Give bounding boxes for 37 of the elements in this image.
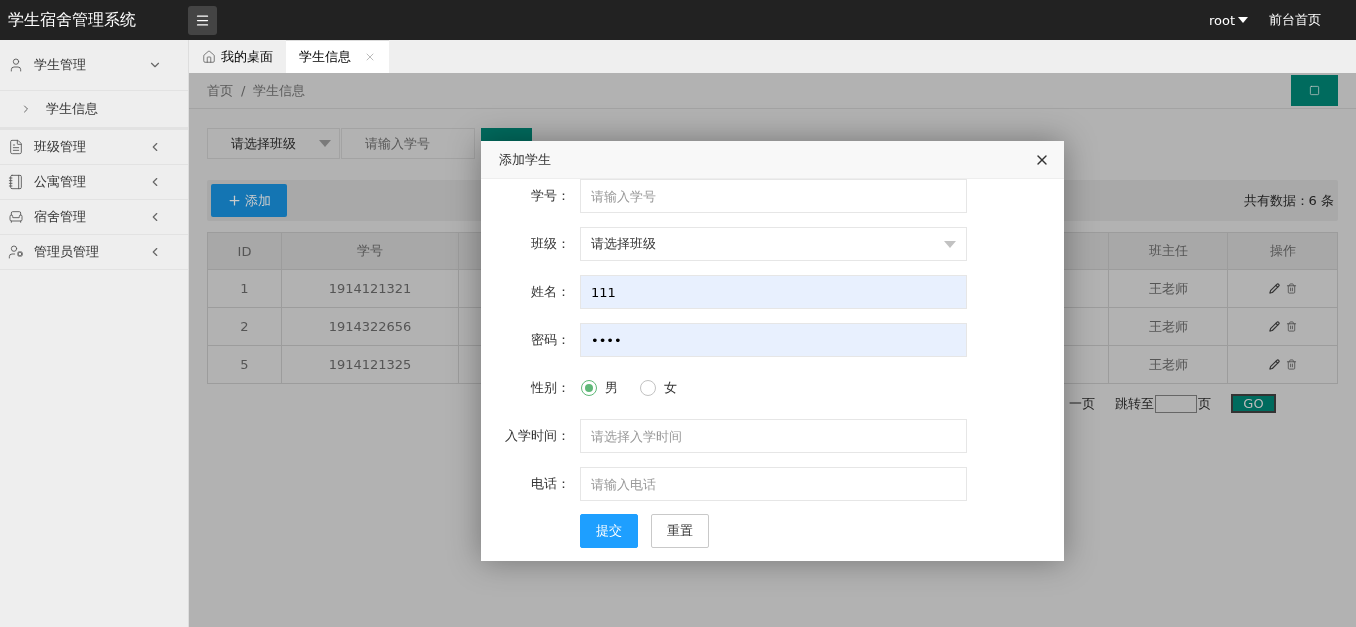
- table-cell: 1914121321: [281, 269, 459, 308]
- radio-label: 女: [664, 379, 677, 397]
- sidebar-label: 宿舍管理: [34, 208, 87, 226]
- total-count: 共有数据：6 条: [1243, 191, 1334, 210]
- field-label: 入学时间：: [504, 427, 571, 445]
- app-title: 学生宿舍管理系统: [8, 9, 137, 31]
- table-cell: 王老师: [1108, 269, 1228, 308]
- table-cell: 1: [207, 269, 282, 308]
- sidebar-label: 学生管理: [34, 56, 87, 74]
- column-header: 班主任: [1108, 232, 1228, 270]
- field-label: 学号：: [530, 187, 571, 205]
- radio-label: 男: [605, 379, 618, 397]
- subitem-label: 学生信息: [46, 100, 98, 118]
- field-label: 密码：: [530, 331, 571, 349]
- sidebar-label: 管理员管理: [34, 243, 100, 261]
- page-unit: 页: [1198, 394, 1211, 413]
- breadcrumb-separator: /: [241, 83, 246, 98]
- sidebar-label: 公寓管理: [34, 173, 87, 191]
- column-header: ID: [207, 232, 282, 270]
- column-header: 操作: [1227, 232, 1338, 270]
- field-label: 姓名：: [530, 283, 571, 301]
- jump-label: 跳转至: [1115, 394, 1154, 413]
- field-label: 性别：: [530, 379, 571, 397]
- table-cell: 王老师: [1108, 307, 1228, 346]
- table-cell: 5: [207, 345, 282, 384]
- table-cell: 王老师: [1108, 345, 1228, 384]
- tab-label: 我的桌面: [221, 48, 273, 66]
- dialog-title: 添加学生: [499, 150, 551, 169]
- table-cell: 1914322656: [281, 307, 459, 346]
- field-label: 班级：: [530, 235, 571, 253]
- column-header: 学号: [281, 232, 459, 270]
- table-cell: 1914121325: [281, 345, 459, 384]
- field-label: 电话：: [530, 475, 571, 493]
- sidebar-label: 班级管理: [34, 138, 87, 156]
- tab-label: 学生信息: [299, 48, 351, 66]
- pagination-text: 一页: [1069, 394, 1095, 413]
- table-cell: 2: [207, 307, 282, 346]
